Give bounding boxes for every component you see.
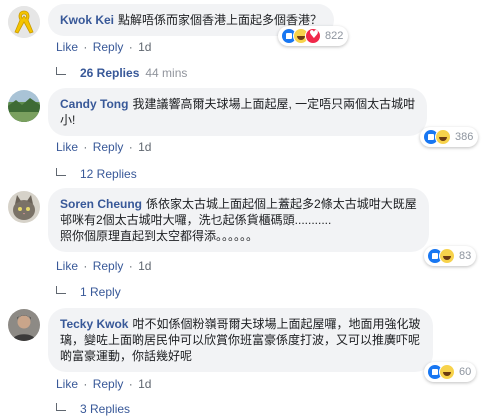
reply-arrow-icon [56, 168, 66, 176]
replies-count[interactable]: 12 Replies [80, 167, 137, 181]
comment-text: 咁不如係個粉嶺哥爾夫球場上面起屋囉，地面用強化玻 [132, 317, 421, 331]
reaction-summary[interactable]: 386 [420, 127, 479, 147]
separator: · [83, 259, 88, 273]
reaction-count: 386 [455, 131, 474, 143]
replies-count[interactable]: 3 Replies [80, 402, 130, 416]
reaction-summary[interactable]: 60 [424, 362, 477, 382]
separator: · [128, 140, 133, 154]
comment-author[interactable]: Kwok Kei [60, 13, 114, 27]
comment-bubble: Soren Cheung 係依家太古城上面起個上蓋起多2條太古城咁大既屋 邨咪有2… [48, 188, 429, 252]
comment-bubble: Tecky Kwok 咁不如係個粉嶺哥爾夫球場上面起屋囉，地面用強化玻 璃，變咗上… [48, 308, 433, 372]
comment-actions: Like · Reply · 1d [56, 259, 151, 273]
comment-text: 點解唔係而家個香港上面起多個香港？ [118, 13, 323, 27]
comment-bubble: Candy Tong 我建議響高爾夫球場上面起屋, 一定唔只兩個太古城咁 小! [48, 88, 428, 136]
comment-text-line2: 邨咪有2個太古城咁大囉，洗乜起係貨櫃碼頭........... [60, 213, 332, 227]
comment-author[interactable]: Tecky Kwok [60, 317, 128, 331]
view-replies-link[interactable]: 3 Replies [56, 402, 130, 416]
haha-reaction-icon [435, 129, 451, 145]
person-photo-icon [8, 309, 40, 341]
comment-time[interactable]: 1d [138, 259, 151, 273]
yellow-ribbon-icon [8, 6, 40, 38]
reaction-count: 83 [459, 250, 472, 262]
comment-text: 係依家太古城上面起個上蓋起多2條太古城咁大既屋 [146, 197, 417, 211]
view-replies-link[interactable]: 12 Replies [56, 167, 137, 181]
comment-author[interactable]: Soren Cheung [60, 197, 142, 211]
haha-reaction-icon [439, 248, 455, 264]
reaction-count: 822 [325, 30, 344, 42]
comment-author[interactable]: Candy Tong [60, 97, 128, 111]
comment-actions: Like · Reply · 1d [56, 377, 151, 391]
replies-time: 44 mins [145, 66, 188, 80]
reaction-count: 60 [459, 366, 472, 378]
comment-text-line3: 照你個原理直起到太空都得添。。。。。。 [60, 229, 259, 243]
view-replies-link[interactable]: 1 Reply [56, 285, 121, 299]
landscape-photo-icon [8, 90, 40, 122]
separator: · [83, 377, 88, 391]
comment-text: 我建議響高爾夫球場上面起屋, 一定唔只兩個太古城咁 [132, 97, 416, 111]
like-link[interactable]: Like [56, 259, 78, 273]
reply-link[interactable]: Reply [93, 40, 124, 54]
separator: · [128, 259, 133, 273]
reply-link[interactable]: Reply [93, 140, 124, 154]
reply-arrow-icon [56, 403, 66, 411]
cat-photo-icon [8, 191, 40, 223]
separator: · [83, 40, 88, 54]
separator: · [83, 140, 88, 154]
comment-text-line2: 小! [60, 113, 76, 127]
avatar[interactable] [8, 6, 40, 38]
reply-link[interactable]: Reply [93, 259, 124, 273]
reaction-summary[interactable]: 822 [278, 26, 349, 46]
reply-arrow-icon [56, 286, 66, 294]
comment-text-line2: 璃，變咗上面啲居民仲可以欣賞你班富豪係度打波，又可以推廣吓呢 [60, 333, 421, 347]
reply-arrow-icon [56, 67, 66, 75]
comment-actions: Like · Reply · 1d [56, 40, 151, 54]
like-link[interactable]: Like [56, 40, 78, 54]
separator: · [128, 40, 133, 54]
like-link[interactable]: Like [56, 377, 78, 391]
avatar[interactable] [8, 90, 40, 122]
reply-link[interactable]: Reply [93, 377, 124, 391]
replies-count[interactable]: 1 Reply [80, 285, 121, 299]
love-reaction-icon [305, 28, 321, 44]
like-link[interactable]: Like [56, 140, 78, 154]
reaction-summary[interactable]: 83 [424, 246, 477, 266]
comment-text-line3: 啲富豪運動，你話幾好呢 [60, 349, 193, 363]
view-replies-link[interactable]: 26 Replies 44 mins [56, 66, 187, 80]
avatar[interactable] [8, 191, 40, 223]
avatar[interactable] [8, 309, 40, 341]
separator: · [128, 377, 133, 391]
comment-time[interactable]: 1d [138, 40, 151, 54]
comment-time[interactable]: 1d [138, 140, 151, 154]
haha-reaction-icon [439, 364, 455, 380]
replies-count[interactable]: 26 Replies [80, 66, 139, 80]
comment-actions: Like · Reply · 1d [56, 140, 151, 154]
comment-time[interactable]: 1d [138, 377, 151, 391]
